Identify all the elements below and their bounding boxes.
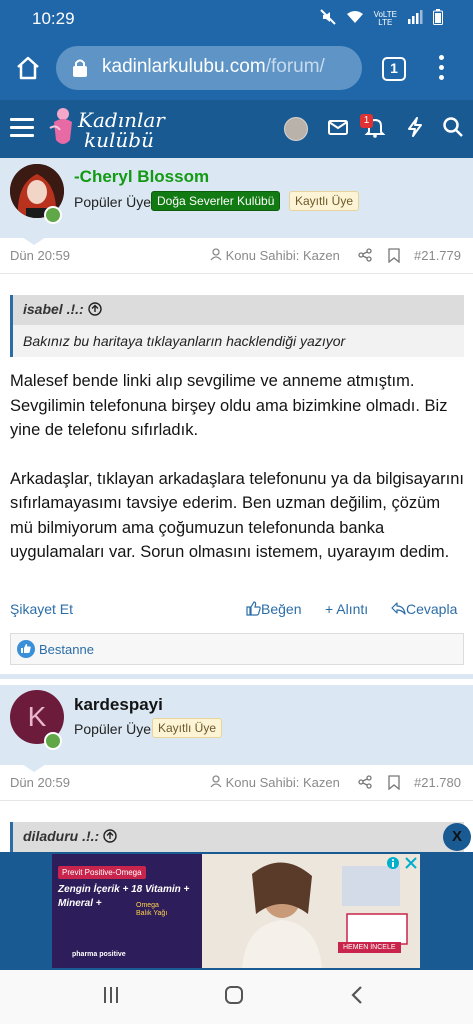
user-icon [210,775,222,788]
logo-figure-icon [49,108,72,144]
mail-icon[interactable] [327,116,351,140]
post-meta: Dün 20:59 Konu Sahibi: Kazen #21.780 [0,765,473,801]
post-author-panel: -Cheryl Blossom Popüler Üye Doğa Severle… [0,158,473,238]
post-meta: Dün 20:59 Konu Sahibi: Kazen #21.779 [0,238,473,274]
bookmark-icon[interactable] [388,248,400,264]
recent-apps-icon[interactable] [102,986,120,1004]
user-icon [210,248,222,261]
thumbs-up-icon [246,601,261,616]
share-icon[interactable] [358,248,372,262]
site-logo[interactable]: Kadınlar kulübü [48,106,168,152]
online-status-icon [44,206,62,224]
ad-footer: pharma positive [72,951,126,958]
post-author-panel: K kardespayi Popüler Üye Kayıtlı Üye [0,685,473,765]
volte-icon: VoLTE LTE [373,9,397,27]
home-nav-icon[interactable] [224,985,244,1005]
post-username[interactable]: kardespayi [74,695,163,715]
ad-close-button[interactable]: X [443,823,471,851]
user-badge-club[interactable]: Doğa Severler Kulübü [151,191,281,211]
post-number[interactable]: #21.779 [414,248,461,263]
ad-headline: Zengin İçerik + 18 Vitamin + [58,884,190,895]
tab-count-button[interactable]: 1 [382,57,406,81]
quote-block: diladuru .!.: [10,822,464,852]
ad-brand: Previt Positive-Omega [58,866,146,879]
bookmark-icon[interactable] [388,775,400,791]
browser-toolbar: kadinlarkulubu.com/forum/ 1 [0,38,473,100]
back-icon[interactable] [350,985,364,1005]
report-link[interactable]: Şikayet Et [10,601,73,617]
site-header: Kadınlar kulübü 1 [0,100,473,158]
search-icon[interactable] [442,116,466,140]
online-status-icon [44,732,62,750]
ad-omega: Omega Balık Yağı [136,902,168,917]
post-date[interactable]: Dün 20:59 [10,775,70,790]
post-paragraph: Arkadaşlar, tıklayan arkadaşlara telefon… [10,469,465,562]
post-body: Malesef bende linki alıp sevgilime ve an… [10,369,466,565]
user-avatar[interactable] [284,117,308,141]
url-text: kadinlarkulubu.com/forum/ [102,56,325,77]
ad-headline: Mineral + [58,898,102,909]
quote-jump-icon[interactable] [87,302,102,316]
reaction-user[interactable]: Bestanne [39,642,94,657]
status-icons: VoLTE LTE [319,9,443,28]
wifi-icon [346,10,364,27]
quote-jump-icon[interactable] [103,829,117,843]
user-badge-registered: Kayıtlı Üye [152,718,223,738]
quote-block: isabel .!.: Bakınız bu haritaya tıklayan… [10,295,464,357]
post-username[interactable]: -Cheryl Blossom [74,167,209,187]
ad-info-icon[interactable] [386,856,418,870]
quote-header[interactable]: isabel .!.: [13,295,464,325]
browser-menu-icon[interactable] [436,55,446,83]
battery-icon [433,9,443,28]
hamburger-menu-icon[interactable] [10,118,34,138]
post-date[interactable]: Dün 20:59 [10,248,70,263]
share-icon[interactable] [358,775,372,789]
post-number[interactable]: #21.780 [414,775,461,790]
thread-owner-label: Konu Sahibi: Kazen [210,248,340,263]
ad-content[interactable]: Previt Positive-Omega Zengin İçerik + 18… [52,854,420,968]
lock-icon [70,58,90,78]
lightning-icon[interactable] [404,116,428,140]
user-title: Popüler Üye [74,194,152,210]
status-time: 10:29 [32,9,75,28]
user-title: Popüler Üye [74,721,152,737]
post-paragraph: Malesef bende linki alıp sevgilime ve an… [10,372,448,439]
home-icon[interactable] [14,54,42,82]
reply-button[interactable]: Cevapla [391,601,457,617]
like-reaction-icon [17,640,35,658]
reply-icon [391,602,406,615]
thread-owner-label: Konu Sahibi: Kazen [210,775,340,790]
status-bar: 10:29 VoLTE LTE [0,0,473,38]
post-divider [0,674,473,679]
logo-text-line2: kulübü [84,128,154,152]
quote-text: Bakınız bu haritaya tıklayanların hackle… [23,333,346,349]
quote-button[interactable]: + Alıntı [325,601,368,617]
signal-icon [407,10,423,27]
mute-icon [319,9,336,28]
url-bar[interactable]: kadinlarkulubu.com/forum/ [56,46,362,90]
system-nav-bar [0,970,473,1024]
ad-cta-button[interactable]: HEMEN İNCELE [338,942,401,953]
quote-header[interactable]: diladuru .!.: [13,822,464,852]
user-badge-registered: Kayıtlı Üye [289,191,360,211]
ad-banner: Previt Positive-Omega Zengin İçerik + 18… [0,852,473,970]
like-button[interactable]: Beğen [246,601,301,617]
reaction-summary[interactable]: Bestanne [10,633,464,665]
notification-badge: 1 [360,114,373,128]
